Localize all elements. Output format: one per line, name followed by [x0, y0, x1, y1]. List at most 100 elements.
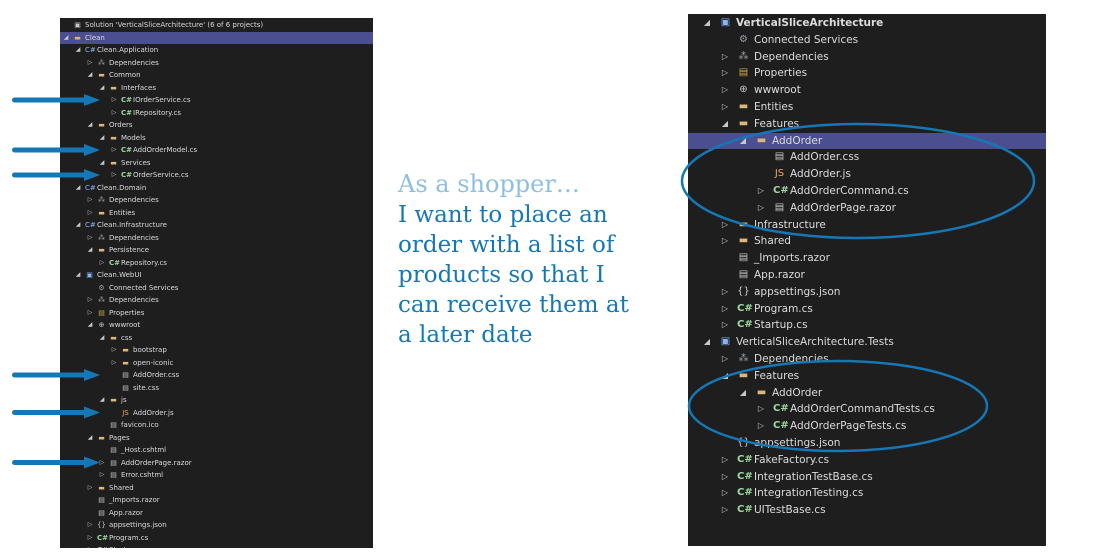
collapse-arrow-icon[interactable]: ◢: [98, 157, 106, 170]
expand-arrow-icon[interactable]: ▷: [110, 357, 118, 370]
collapse-arrow-icon[interactable]: ◢: [62, 32, 70, 45]
tree-item[interactable]: ▷ ▤ Properties: [60, 307, 373, 320]
expand-arrow-icon[interactable]: ▷: [720, 452, 730, 469]
expand-arrow-icon[interactable]: ▷: [86, 544, 94, 548]
tree-item[interactable]: ▤ AddOrder.css: [688, 149, 1046, 166]
tree-item[interactable]: ▷ ▬ bootstrap: [60, 344, 373, 357]
collapse-arrow-icon[interactable]: ◢: [74, 269, 82, 282]
tree-item[interactable]: ▷ ▤ Properties: [688, 65, 1046, 82]
tree-item[interactable]: ▷ C# Program.cs: [60, 532, 373, 545]
collapse-arrow-icon[interactable]: ◢: [74, 182, 82, 195]
collapse-arrow-icon[interactable]: ◢: [86, 319, 94, 332]
tree-item[interactable]: ◢ ▬ Common: [60, 69, 373, 82]
tree-item[interactable]: ▤ App.razor: [688, 267, 1046, 284]
tree-item[interactable]: ▷ ▬ Shared: [60, 482, 373, 495]
expand-arrow-icon[interactable]: ▷: [720, 317, 730, 334]
tree-item[interactable]: ◢ ▬ Interfaces: [60, 82, 373, 95]
collapse-arrow-icon[interactable]: ◢: [74, 44, 82, 57]
collapse-arrow-icon[interactable]: ◢: [98, 132, 106, 145]
tree-item[interactable]: ▷ ▤ AddOrderPage.razor: [688, 200, 1046, 217]
tree-item[interactable]: ▷C#Startup.cs: [60, 544, 373, 548]
tree-item[interactable]: ▷ C# IRepository.cs: [60, 107, 373, 120]
tree-item[interactable]: ◢ ▬ Persistence: [60, 244, 373, 257]
tree-item[interactable]: ◢ ▬ AddOrder: [688, 385, 1046, 402]
expand-arrow-icon[interactable]: ▷: [86, 232, 94, 245]
expand-arrow-icon[interactable]: ▷: [756, 401, 766, 418]
tree-item[interactable]: ▷ ▬ Entities: [688, 99, 1046, 116]
tree-item[interactable]: ⚙ Connected Services: [688, 32, 1046, 49]
tree-item[interactable]: ▷ ▬ Entities: [60, 207, 373, 220]
tree-item[interactable]: ◢ ▬ js: [60, 394, 373, 407]
tree-item[interactable]: ▷ ⁂ Dependencies: [60, 294, 373, 307]
tree-item[interactable]: ▤ favicon.ico: [60, 419, 373, 432]
expand-arrow-icon[interactable]: ▷: [110, 344, 118, 357]
tree-item[interactable]: ▷{} appsettings.json: [688, 284, 1046, 301]
expand-arrow-icon[interactable]: ▷: [86, 519, 94, 532]
collapse-arrow-icon[interactable]: ◢: [98, 332, 106, 345]
collapse-arrow-icon[interactable]: ◢: [738, 133, 748, 150]
tree-item[interactable]: ▷ C# Repository.cs: [60, 257, 373, 270]
expand-arrow-icon[interactable]: ▷: [86, 194, 94, 207]
tree-item[interactable]: ▷ ⁂ Dependencies: [688, 351, 1046, 368]
expand-arrow-icon[interactable]: ▷: [86, 482, 94, 495]
tree-item[interactable]: ▤ _Host.cshtml: [60, 444, 373, 457]
tree-item[interactable]: ▷C#Startup.cs: [688, 317, 1046, 334]
collapse-arrow-icon[interactable]: ◢: [738, 385, 748, 402]
collapse-arrow-icon[interactable]: ◢: [702, 15, 712, 32]
tree-item[interactable]: ▷ ⁂ Dependencies: [688, 49, 1046, 66]
expand-arrow-icon[interactable]: ▷: [86, 207, 94, 220]
tree-item[interactable]: ▷ C# Program.cs: [688, 301, 1046, 318]
expand-arrow-icon[interactable]: ▷: [720, 82, 730, 99]
tree-item[interactable]: ▷ ▬ Infrastructure: [688, 217, 1046, 234]
tree-item[interactable]: ▷ C# IntegrationTesting.cs: [688, 485, 1046, 502]
expand-arrow-icon[interactable]: ▷: [720, 284, 730, 301]
collapse-arrow-icon[interactable]: ◢: [86, 119, 94, 132]
expand-arrow-icon[interactable]: ▷: [110, 94, 118, 107]
expand-arrow-icon[interactable]: ▷: [756, 183, 766, 200]
tree-item[interactable]: ▷ ▤ Error.cshtml: [60, 469, 373, 482]
expand-arrow-icon[interactable]: ▷: [720, 65, 730, 82]
expand-arrow-icon[interactable]: ▷: [110, 144, 118, 157]
tree-item[interactable]: ▷{} appsettings.json: [60, 519, 373, 532]
tree-item[interactable]: ▤ _Imports.razor: [688, 250, 1046, 267]
expand-arrow-icon[interactable]: ▷: [86, 532, 94, 545]
tree-item[interactable]: ◢ ▣ VerticalSliceArchitecture.Tests: [688, 334, 1046, 351]
expand-arrow-icon[interactable]: ▷: [720, 485, 730, 502]
tree-item[interactable]: ▷ ⁂ Dependencies: [60, 232, 373, 245]
expand-arrow-icon[interactable]: ▷: [720, 469, 730, 486]
expand-arrow-icon[interactable]: ▷: [110, 107, 118, 120]
tree-item[interactable]: ▷ C# AddOrderCommand.cs: [688, 183, 1046, 200]
tree-item[interactable]: ▷ ▤ AddOrderPage.razor: [60, 457, 373, 470]
tree-item[interactable]: ◢ ▬ Features: [688, 116, 1046, 133]
collapse-arrow-icon[interactable]: ◢: [86, 244, 94, 257]
tree-item[interactable]: ▷ ⊕ wwwroot: [688, 82, 1046, 99]
tree-item[interactable]: ▷ C# OrderService.cs: [60, 169, 373, 182]
tree-item[interactable]: ▤ App.razor: [60, 507, 373, 520]
expand-arrow-icon[interactable]: ▷: [720, 233, 730, 250]
expand-arrow-icon[interactable]: ▷: [110, 169, 118, 182]
expand-arrow-icon[interactable]: ▷: [98, 457, 106, 470]
tree-item[interactable]: ▷ C# UITestBase.cs: [688, 502, 1046, 519]
expand-arrow-icon[interactable]: ▷: [98, 469, 106, 482]
collapse-arrow-icon[interactable]: ◢: [720, 368, 730, 385]
tree-item[interactable]: ◢ ▣ Clean.WebUI: [60, 269, 373, 282]
tree-item[interactable]: ▷ ▬ open-iconic: [60, 357, 373, 370]
tree-item[interactable]: ⚙ Connected Services: [60, 282, 373, 295]
expand-arrow-icon[interactable]: ▷: [756, 200, 766, 217]
tree-item[interactable]: ▷ C# AddOrderPageTests.cs: [688, 418, 1046, 435]
collapse-arrow-icon[interactable]: ◢: [720, 116, 730, 133]
expand-arrow-icon[interactable]: ▷: [720, 49, 730, 66]
collapse-arrow-icon[interactable]: ◢: [74, 219, 82, 232]
tree-item[interactable]: ▤ _Imports.razor: [60, 494, 373, 507]
expand-arrow-icon[interactable]: ▷: [86, 307, 94, 320]
tree-item[interactable]: ◢ C# Clean.Application: [60, 44, 373, 57]
tree-item[interactable]: ◢ C# Clean.Infrastructure: [60, 219, 373, 232]
collapse-arrow-icon[interactable]: ◢: [98, 394, 106, 407]
tree-item[interactable]: ◢ ▬ css: [60, 332, 373, 345]
tree-item[interactable]: ▤ site.css: [60, 382, 373, 395]
tree-item[interactable]: ▤ AddOrder.css: [60, 369, 373, 382]
collapse-arrow-icon[interactable]: ◢: [86, 69, 94, 82]
tree-item[interactable]: ◢ ▬ Orders: [60, 119, 373, 132]
tree-item[interactable]: ▷ ⁂ Dependencies: [60, 57, 373, 70]
tree-item[interactable]: JS AddOrder.js: [60, 407, 373, 420]
